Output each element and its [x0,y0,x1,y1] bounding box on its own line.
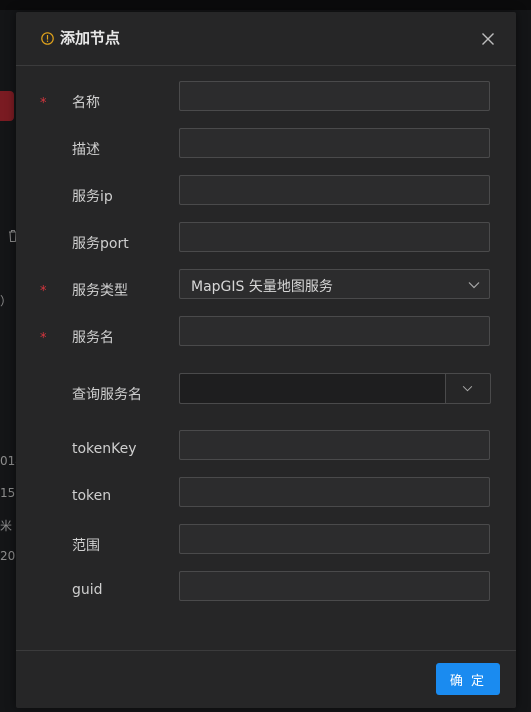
dialog-header: 添加节点 [16,12,516,66]
token-input[interactable] [179,477,490,507]
service-name-input[interactable] [179,316,490,346]
field-label-service-ip: 服务ip [72,189,113,205]
background-text: 20 [0,549,16,563]
field-label-token-key: tokenKey [72,441,137,457]
field-label-service-type: 服务类型 [72,283,128,299]
form-row-service-type: * 服务类型 MapGIS 矢量地图服务 [16,269,516,312]
field-label-service-name: 服务名 [72,330,114,346]
form-row-range: 范围 [16,524,516,567]
required-mark: * [40,96,47,111]
field-label-range: 范围 [72,538,100,554]
name-input[interactable] [179,81,490,111]
chevron-down-icon [462,385,473,392]
description-input[interactable] [179,128,490,158]
background-text: ） [0,294,13,308]
form-row-service-port: 服务port [16,222,516,265]
add-node-dialog: 添加节点 * 名称 描述 服务ip 服务port * 服务类型 MapGIS 矢… [16,12,516,708]
background-text: 米 [0,519,13,533]
field-label-guid: guid [72,582,103,598]
guid-input[interactable] [179,571,490,601]
range-input[interactable] [179,524,490,554]
form-row-token: token [16,477,516,520]
form-row-service-ip: 服务ip [16,175,516,218]
token-key-input[interactable] [179,430,490,460]
field-label-name: 名称 [72,95,100,111]
close-icon[interactable] [480,31,496,47]
form-row-name: * 名称 [16,81,516,124]
field-label-service-port: 服务port [72,236,129,252]
form-row-description: 描述 [16,128,516,171]
service-port-input[interactable] [179,222,490,252]
field-label-query-service-name: 查询服务名 [72,387,142,403]
service-type-value: MapGIS 矢量地图服务 [191,279,333,295]
dialog-title: 添加节点 [60,29,121,47]
field-label-description: 描述 [72,142,100,158]
field-label-token: token [72,488,112,504]
service-type-select[interactable]: MapGIS 矢量地图服务 [179,269,490,299]
chevron-down-icon [468,282,480,289]
confirm-button[interactable]: 确 定 [436,663,500,695]
background-red-button [0,91,14,121]
required-mark: * [40,331,47,346]
query-service-name-input[interactable] [179,373,445,404]
form-row-query-service-name: 查询服务名 [16,373,516,416]
required-mark: * [40,284,47,299]
dialog-footer: 确 定 [16,650,516,709]
form-row-service-name: * 服务名 [16,316,516,359]
background-topbar [0,0,531,10]
service-ip-input[interactable] [179,175,490,205]
info-circle-icon [41,32,54,45]
query-service-dropdown-button[interactable] [445,373,491,404]
form-row-token-key: tokenKey [16,430,516,473]
form-row-guid: guid [16,571,516,614]
